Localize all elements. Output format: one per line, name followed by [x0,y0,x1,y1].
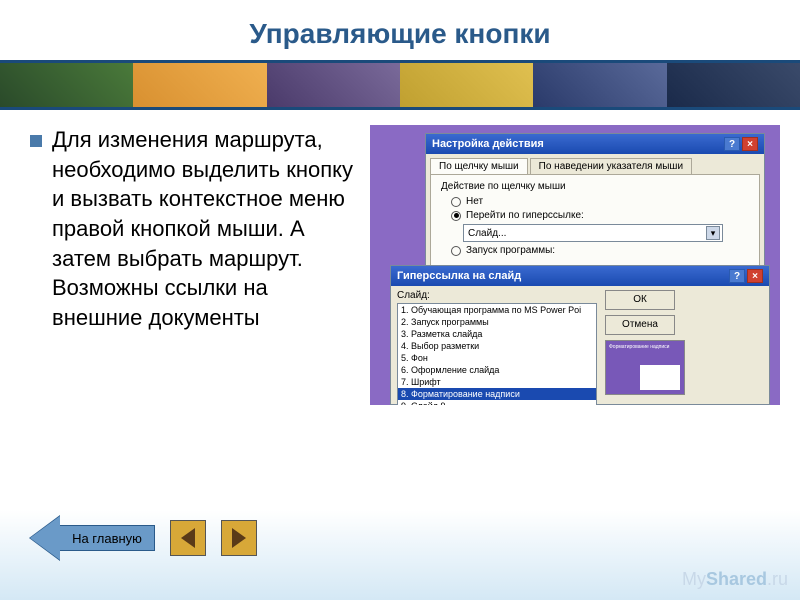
slide-preview: Форматирование надписи [605,340,685,395]
list-item[interactable]: 5. Фон [398,352,596,364]
group-label: Действие по щелчку мыши [441,181,749,192]
radio-hyperlink[interactable]: Перейти по гиперссылке: [451,210,749,221]
list-item[interactable]: 9. Слайд 9 [398,400,596,405]
radio-run-program[interactable]: Запуск программы: [451,245,749,256]
close-icon[interactable]: × [742,137,758,151]
list-item[interactable]: 6. Оформление слайда [398,364,596,376]
dialog-title-text: Настройка действия [432,138,544,150]
radio-none[interactable]: Нет [451,196,749,207]
body-text: Для изменения маршрута, необходимо выдел… [52,125,355,333]
help-icon[interactable]: ? [729,269,745,283]
close-icon[interactable]: × [747,269,763,283]
hyperlink-slide-dialog: Гиперссылка на слайд ? × Слайд: 1. Обуча… [390,265,770,405]
list-item[interactable]: 3. Разметка слайда [398,328,596,340]
list-item[interactable]: 8. Форматирование надписи [398,388,596,400]
triangle-right-icon [232,528,246,548]
screenshot-column: Настройка действия ? × По щелчку мыши По… [370,125,780,405]
preview-title: Форматирование надписи [609,344,681,350]
bullet-icon [30,135,42,147]
home-label: На главную [60,525,155,551]
list-item[interactable]: 2. Запуск программы [398,316,596,328]
tab-on-click[interactable]: По щелчку мыши [430,158,528,174]
slide-title: Управляющие кнопки [0,0,800,60]
help-icon[interactable]: ? [724,137,740,151]
navigation-controls: На главную [30,516,257,560]
dialog-titlebar[interactable]: Гиперссылка на слайд ? × [391,266,769,286]
cancel-button[interactable]: Отмена [605,315,675,335]
radio-icon [451,197,461,207]
embedded-screenshot: Настройка действия ? × По щелчку мыши По… [370,125,780,405]
slide-list[interactable]: 1. Обучающая программа по MS Power Poi2.… [397,303,597,405]
prev-button[interactable] [170,520,206,556]
radio-icon [451,211,461,221]
next-button[interactable] [221,520,257,556]
content-area: Для изменения маршрута, необходимо выдел… [0,110,800,405]
hyperlink-dropdown[interactable]: Слайд... ▾ [463,224,723,242]
home-button[interactable]: На главную [30,516,155,560]
decorative-banner [0,60,800,110]
watermark: MyShared.ru [682,569,788,590]
dropdown-value: Слайд... [468,228,506,239]
list-item[interactable]: 7. Шрифт [398,376,596,388]
chevron-down-icon[interactable]: ▾ [706,226,720,240]
radio-icon [451,246,461,256]
text-column: Для изменения маршрута, необходимо выдел… [30,125,370,405]
preview-thumb [640,365,680,390]
tab-on-hover[interactable]: По наведении указателя мыши [530,158,692,174]
dialog-body: Слайд: 1. Обучающая программа по MS Powe… [391,286,769,405]
dialog-tabs: По щелчку мыши По наведении указателя мы… [426,154,764,174]
triangle-left-icon [181,528,195,548]
list-label: Слайд: [397,290,597,301]
ok-button[interactable]: ОК [605,290,675,310]
dialog-title-text: Гиперссылка на слайд [397,270,521,282]
arrow-left-icon [30,516,60,560]
dialog-titlebar[interactable]: Настройка действия ? × [426,134,764,154]
list-item[interactable]: 4. Выбор разметки [398,340,596,352]
list-item[interactable]: 1. Обучающая программа по MS Power Poi [398,304,596,316]
